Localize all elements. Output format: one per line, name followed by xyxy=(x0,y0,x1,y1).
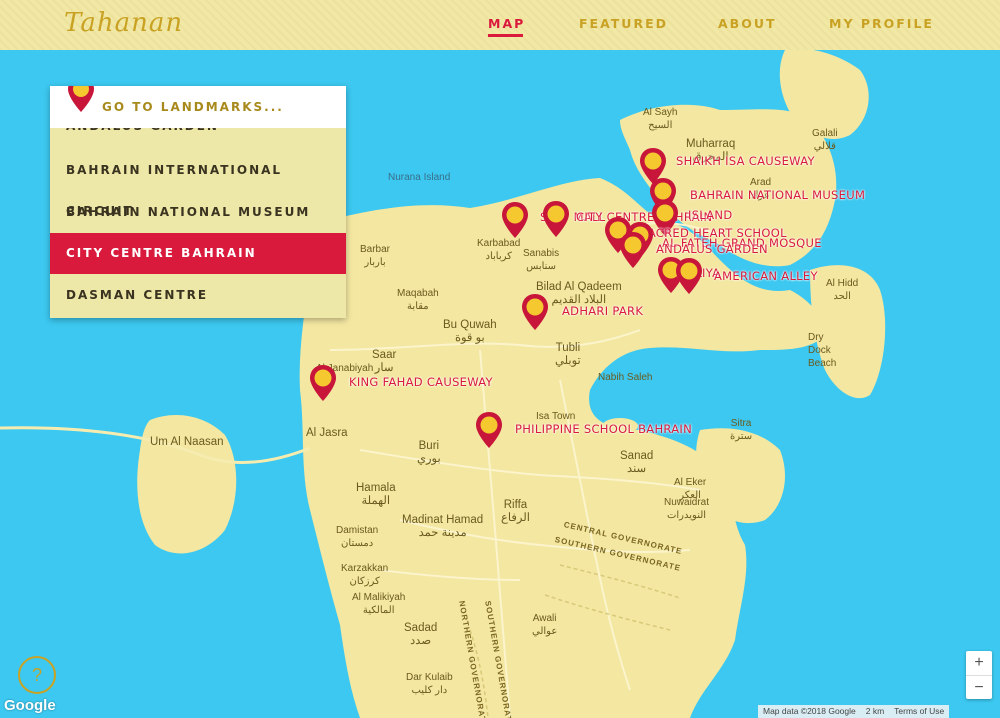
nav-my-profile[interactable]: MY PROFILE xyxy=(829,16,934,31)
zoom-control: + − xyxy=(966,651,992,699)
place-nurana-island: Nurana Island xyxy=(388,172,451,183)
place-nuwaidrat: Nuwaidrat النويدرات xyxy=(664,497,710,521)
nav-featured[interactable]: FEATURED xyxy=(579,16,668,31)
place-tubli: Tubli توبلي xyxy=(555,342,581,367)
map-pin-icon[interactable] xyxy=(520,292,550,332)
place-sanad: Sanad سند xyxy=(620,450,654,475)
place-saar: Saar سار xyxy=(372,349,397,374)
nav-active-underline xyxy=(488,34,524,37)
map-pin-icon[interactable] xyxy=(541,199,571,239)
place-sanabis: Sanabis سنابس xyxy=(523,248,560,272)
place-karbabad: Karbabad كرباباد xyxy=(477,238,521,262)
zoom-out-icon[interactable]: − xyxy=(966,676,992,700)
marker-label[interactable]: PHILIPPINE SCHOOL BAHRAIN xyxy=(515,422,692,436)
place-al-sayh: Al Sayh السيح xyxy=(643,107,678,131)
landmark-option-dasman-centre[interactable]: DASMAN CENTRE xyxy=(50,275,346,316)
place-sadad: Sadad صدد xyxy=(404,622,438,647)
place-al-jasra: Al Jasra xyxy=(306,427,348,439)
landmark-dropdown[interactable]: ANDALUS GARDEN BAHRAIN INTERNATIONAL CIR… xyxy=(50,86,346,318)
nav-map-label: MAP xyxy=(488,16,526,31)
place-dry-dock-beach: Dry Dock Beach xyxy=(808,332,837,369)
place-nabih-saleh: Nabih Saleh xyxy=(598,372,653,383)
help-button[interactable]: ? xyxy=(18,656,56,694)
place-galali: Galali قلالي xyxy=(812,128,838,152)
attribution-map-data: Map data ©2018 Google xyxy=(763,706,856,716)
attribution-scale: 2 km xyxy=(865,706,885,716)
place-riffa: Riffa الرفاع xyxy=(501,499,530,524)
marker-label[interactable]: SHAIKH ISA CAUSEWAY xyxy=(676,154,815,168)
map-attribution: Map data ©2018 Google 2 km Terms of Use xyxy=(758,705,950,718)
nav-about[interactable]: ABOUT xyxy=(718,16,777,31)
place-dar-kulaib: Dar Kulaib دار كليب xyxy=(406,672,453,696)
logo[interactable]: Tahanan xyxy=(64,8,183,38)
map-pin-icon[interactable] xyxy=(618,230,648,270)
place-um-al-naasan: Um Al Naasan xyxy=(150,436,224,448)
attribution-terms[interactable]: Terms of Use xyxy=(889,706,949,716)
map-pin-icon[interactable] xyxy=(500,200,530,240)
place-al-malikiyah: Al Malikiyah المالكية xyxy=(352,592,406,616)
map-pin-icon[interactable] xyxy=(674,256,704,296)
marker-label[interactable]: AMERICAN ALLEY xyxy=(714,269,818,283)
header: Tahanan MAP FEATURED ABOUT MY PROFILE xyxy=(0,0,1000,50)
landmark-option-bahrain-international-circuit[interactable]: BAHRAIN INTERNATIONAL CIRCUIT xyxy=(50,150,346,218)
place-karzakkan: Karzakkan كرزكان xyxy=(341,563,389,587)
map-pin-icon xyxy=(68,86,94,112)
nav-map[interactable]: MAP xyxy=(488,16,526,37)
place-madinat-hamad: Madinat Hamad مدينة حمد xyxy=(402,514,484,539)
marker-label[interactable]: ANDALUS GARDEN xyxy=(656,242,768,256)
place-bu-quwah: Bu Quwah بو قوة xyxy=(443,319,497,344)
landmark-option-city-centre-bahrain[interactable]: CITY CENTRE BAHRAIN xyxy=(50,233,346,274)
landmark-option-bahrain-national-museum[interactable]: BAHRAIN NATIONAL MUSEUM xyxy=(50,192,346,233)
map-pin-icon[interactable] xyxy=(308,363,338,403)
google-logo: Google xyxy=(4,697,56,714)
place-sitra: Sitra سترة xyxy=(730,418,753,442)
place-buri: Buri بوري xyxy=(417,440,441,465)
place-al-hidd: Al Hidd الحد xyxy=(826,278,859,302)
marker-label[interactable]: ISLAND xyxy=(688,208,733,222)
zoom-in-icon[interactable]: + xyxy=(966,651,992,676)
place-hamala: Hamala الهملة xyxy=(356,482,396,507)
place-maqabah: Maqabah مقابة xyxy=(397,288,439,312)
landmark-search-title: GO TO LANDMARKS... xyxy=(102,100,284,114)
marker-label[interactable]: ADHARI PARK xyxy=(562,304,643,318)
place-damistan: Damistan دمستان xyxy=(336,525,379,549)
landmark-search-header[interactable]: GO TO LANDMARKS... xyxy=(50,86,346,128)
marker-label[interactable]: KING FAHAD CAUSEWAY xyxy=(349,375,493,389)
place-awali: Awali عوالي xyxy=(532,613,558,637)
map-pin-icon[interactable] xyxy=(474,410,504,450)
place-barbar: Barbar باربار xyxy=(360,244,391,268)
marker-label[interactable]: BAHRAIN NATIONAL MUSEUM xyxy=(690,188,865,202)
